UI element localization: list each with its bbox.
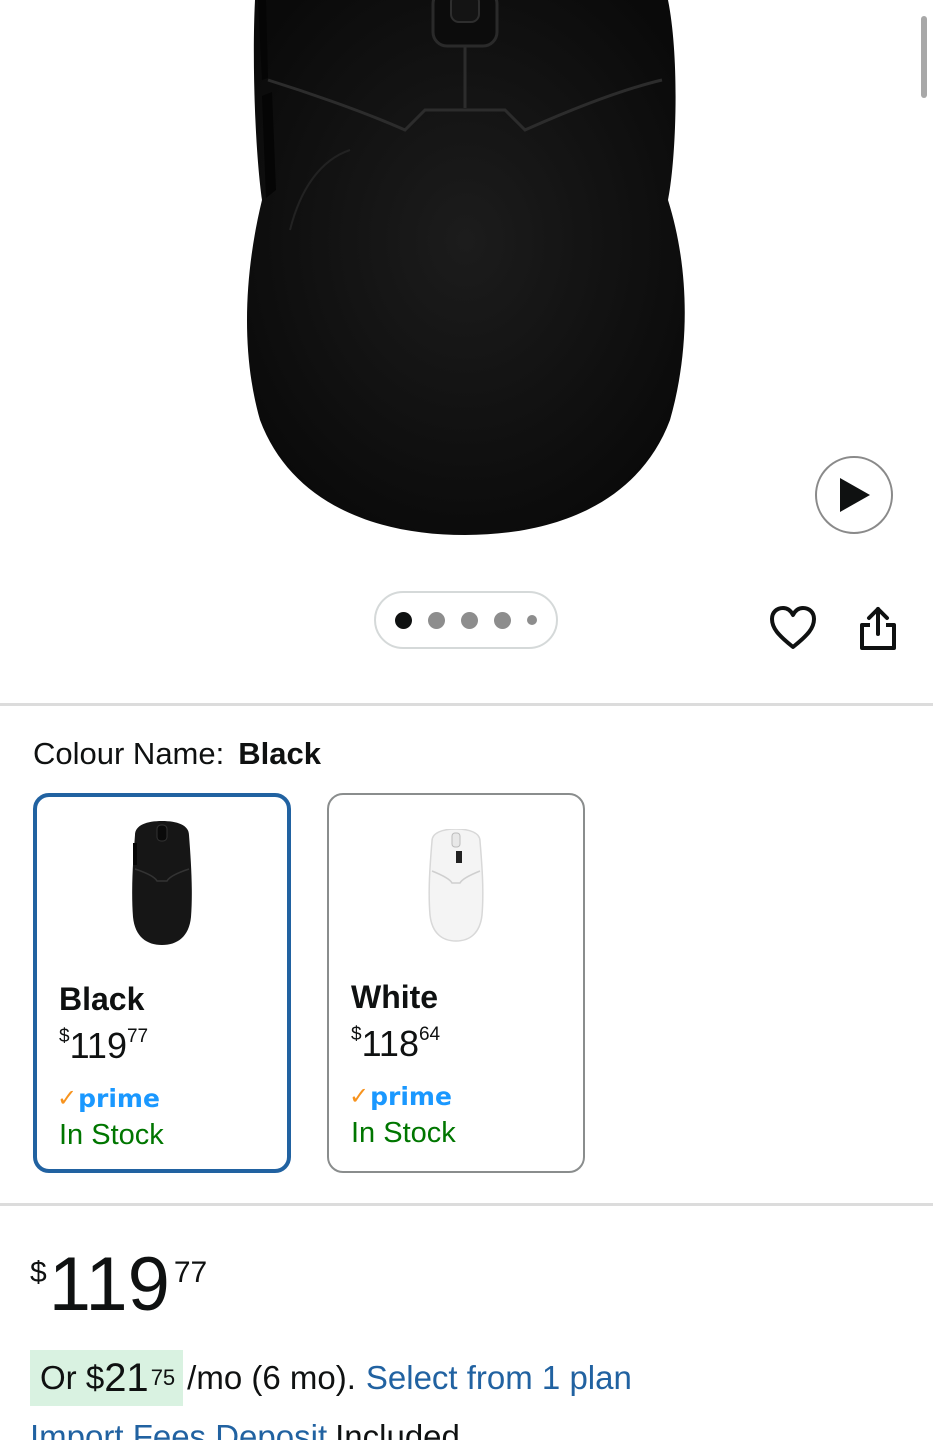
swatch-white-name: White [351,979,439,1015]
heart-icon [770,606,816,649]
installment-prefix: Or $ [40,1359,105,1396]
main-price: $ 119 77 [30,1240,207,1330]
installment-row: Or $21 75 /mo (6 mo). Select from 1 plan [30,1350,632,1406]
image-dot-5[interactable] [527,615,537,625]
installment-fraction: 75 [150,1365,176,1390]
prime-badge: ✓ prime [349,1081,452,1111]
colour-label: Colour Name: [33,736,225,771]
swatch-black-name: Black [59,981,145,1017]
divider [0,703,933,706]
swatch-white-stock: In Stock [351,1117,456,1149]
swatch-black-price-whole: 119 [69,1025,127,1066]
swatch-black-currency: $ [59,1026,70,1047]
image-dot-3[interactable] [461,611,478,629]
swatch-black[interactable]: Black $11977 ✓ prime In Stock [33,793,291,1173]
swatch-black-stock: In Stock [59,1119,164,1151]
divider [0,1203,933,1206]
colour-name-row: Colour Name: Black [33,736,321,772]
wishlist-button[interactable] [768,604,818,652]
import-fees-suffix: Included [335,1418,460,1440]
prime-check-icon: ✓ [57,1084,78,1112]
play-video-button[interactable] [815,456,893,534]
select-plan-link[interactable]: Select from 1 plan [366,1359,632,1397]
prime-check-icon: ✓ [349,1082,370,1110]
play-icon [840,478,870,512]
swatch-white-currency: $ [351,1024,362,1045]
installment-period: /mo (6 mo). [187,1359,356,1396]
swatch-black-thumbnail [37,821,287,951]
product-image-carousel[interactable] [0,0,933,700]
price-whole: 119 [48,1242,170,1327]
image-dot-4[interactable] [494,611,511,629]
swatch-black-price-fraction: 77 [126,1026,149,1047]
swatch-black-price: $11977 [59,1025,148,1067]
scrollbar[interactable] [921,16,927,98]
installment-whole: 21 [104,1355,149,1400]
image-dot-2[interactable] [428,611,445,629]
image-dot-1[interactable] [395,611,412,629]
price-fraction: 77 [173,1256,208,1289]
swatch-white-thumbnail [329,829,583,959]
colour-selected-value: Black [238,736,321,771]
import-fees-row: Import Fees Deposit Included [30,1418,460,1440]
image-pagination [374,591,558,649]
swatch-white-price: $11864 [351,1023,440,1065]
installment-amount: Or $21 75 [30,1350,184,1406]
prime-label: prime [78,1083,160,1113]
prime-badge: ✓ prime [57,1083,160,1113]
product-page: Colour Name: Black Black $11977 ✓ prime In… [0,0,933,1440]
share-button[interactable] [856,604,900,652]
swatch-white-price-whole: 118 [361,1023,419,1064]
price-currency: $ [30,1256,47,1289]
swatch-white-price-fraction: 64 [418,1024,441,1045]
prime-label: prime [370,1081,452,1111]
share-icon [860,607,896,650]
swatch-white[interactable]: White $11864 ✓ prime In Stock [327,793,585,1173]
import-fees-link[interactable]: Import Fees Deposit [30,1418,327,1440]
